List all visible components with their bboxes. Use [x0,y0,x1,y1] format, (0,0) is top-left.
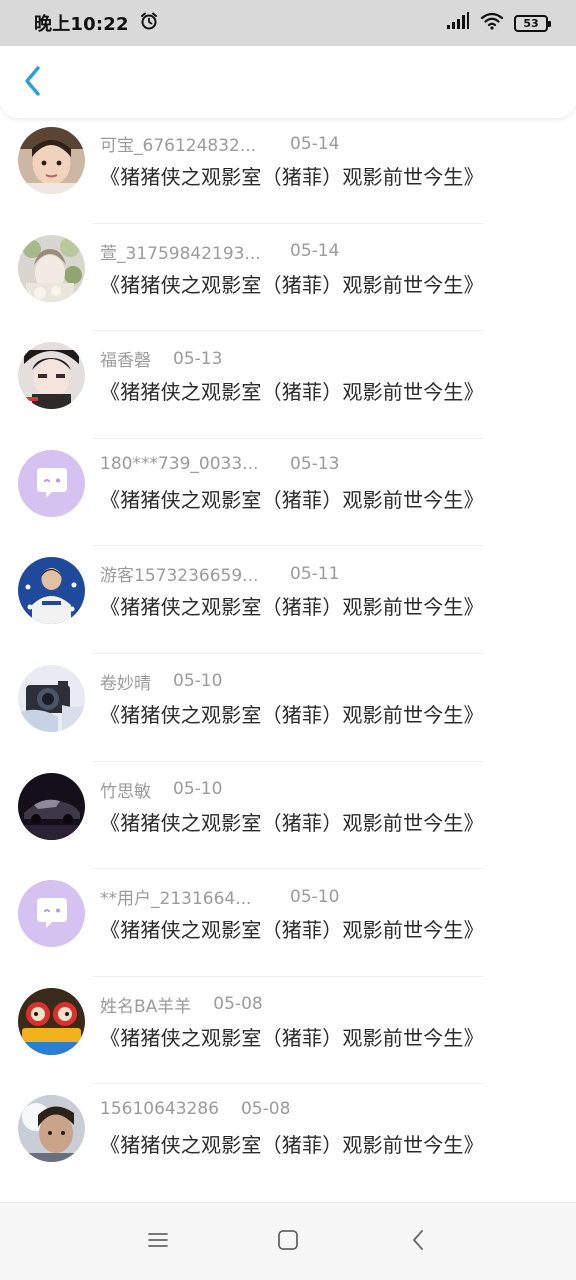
item-date: 05-08 [213,994,263,1015]
list-item[interactable]: 萱_31759842193... 05-14 《猪猪侠之观影室（猪菲）观影前世今… [0,224,576,332]
user-name: 可宝_676124832... [100,136,257,156]
battery-icon: 53 [514,14,551,32]
alarm-icon [139,11,159,35]
recent-apps-button[interactable] [138,1222,178,1262]
system-back-button[interactable] [398,1222,438,1262]
list-item[interactable]: 姓名BA羊羊 05-08 《猪猪侠之观影室（猪菲）观影前世今生》 [0,977,576,1085]
system-nav-bar [0,1202,576,1280]
back-button[interactable] [16,66,50,100]
list-item[interactable]: **用户_2131664... 05-10 《猪猪侠之观影室（猪菲）观影前世今生… [0,869,576,977]
battery-level: 53 [523,16,539,30]
item-title: 《猪猪侠之观影室（猪菲）观影前世今生》 [100,1133,484,1158]
list-item[interactable]: 可宝_676124832... 05-14 《猪猪侠之观影室（猪菲）观影前世今生… [0,118,576,224]
user-name: 游客1573236659... [100,566,259,587]
avatar[interactable] [18,772,85,840]
item-title: 《猪猪侠之观影室（猪菲）观影前世今生》 [100,1025,484,1050]
app-header [0,46,576,118]
user-name: **用户_2131664... [100,889,252,910]
list-item[interactable]: 180***739_0033... 05-13 《猪猪侠之观影室（猪菲）观影前世… [0,439,576,547]
user-name: 萱_31759842193... [100,243,261,264]
item-meta: 福香磬 05-13 [100,346,223,372]
user-name: 180***739_0033... [100,453,259,474]
avatar[interactable] [18,342,85,410]
item-date: 05-14 [290,241,340,262]
status-left: 晚上10:22 [34,10,159,36]
avatar[interactable] [18,234,85,302]
item-meta: 可宝_676124832... 05-14 [100,131,340,157]
menu-icon [147,1231,169,1253]
item-date: 05-11 [290,563,340,584]
user-name: 姓名BA羊羊 [100,996,192,1017]
home-button[interactable] [268,1222,308,1262]
list-item[interactable]: 卷妙晴 05-10 《猪猪侠之观影室（猪菲）观影前世今生》 [0,654,576,762]
item-date: 05-10 [173,779,223,800]
item-meta: 竹思敏 05-10 [100,777,222,802]
avatar[interactable] [18,664,85,732]
item-date: 05-13 [173,348,223,369]
home-square-icon [277,1229,299,1255]
user-name: 15610643286 [100,1099,219,1120]
item-date: 05-10 [173,671,223,692]
user-name: 福香磬 [100,351,151,372]
user-name: 竹思敏 [100,781,151,802]
item-title: 《猪猪侠之观影室（猪菲）观影前世今生》 [100,380,484,405]
status-time: 晚上10:22 [34,14,129,35]
item-meta: 卷妙晴 05-10 [100,669,222,694]
list-item[interactable]: 游客1573236659... 05-11 《猪猪侠之观影室（猪菲）观影前世今生… [0,546,576,654]
avatar[interactable] [18,557,85,625]
item-title: 《猪猪侠之观影室（猪菲）观影前世今生》 [100,702,484,727]
record-list: 可宝_676124832... 05-14 《猪猪侠之观影室（猪菲）观影前世今生… [0,118,576,1202]
status-bar: 晚上10:22 53 [0,0,576,46]
item-title: 《猪猪侠之观影室（猪菲）观影前世今生》 [100,487,484,512]
item-date: 05-08 [240,1099,291,1120]
list-item[interactable]: 15610643286 05-08 《猪猪侠之观影室（猪菲）观影前世今生》 [0,1084,576,1192]
item-meta: 15610643286 05-08 [100,1099,290,1119]
status-right: 53 [446,12,551,34]
list-item[interactable]: 福香磬 05-13 《猪猪侠之观影室（猪菲）观影前世今生》 [0,331,576,439]
item-date: 05-14 [290,133,340,154]
item-meta: 180***739_0033... 05-13 [100,454,339,474]
user-name: 卷妙晴 [100,673,151,694]
avatar[interactable] [18,987,85,1055]
signal-icon [446,12,470,34]
default-chat-avatar[interactable] [18,449,85,517]
item-meta: 萱_31759842193... 05-14 [100,239,339,264]
item-title: 《猪猪侠之观影室（猪菲）观影前世今生》 [100,918,484,943]
item-meta: 游客1573236659... 05-11 [100,561,340,587]
item-title: 《猪猪侠之观影室（猪菲）观影前世今生》 [100,165,484,189]
avatar[interactable] [18,127,85,194]
avatar[interactable] [18,1095,85,1163]
default-chat-avatar[interactable] [18,880,85,948]
item-meta: **用户_2131664... 05-10 [100,884,340,910]
chevron-left-icon [22,64,44,102]
item-title: 《猪猪侠之观影室（猪菲）观影前世今生》 [100,810,484,835]
item-date: 05-10 [290,886,340,907]
item-title: 《猪猪侠之观影室（猪菲）观影前世今生》 [100,595,484,620]
item-date: 05-13 [290,453,340,474]
list-item[interactable]: 竹思敏 05-10 《猪猪侠之观影室（猪菲）观影前世今生》 [0,762,576,870]
item-title: 《猪猪侠之观影室（猪菲）观影前世今生》 [100,272,484,297]
item-meta: 姓名BA羊羊 05-08 [100,992,263,1017]
wifi-icon [480,12,504,34]
back-triangle-icon [410,1229,426,1255]
